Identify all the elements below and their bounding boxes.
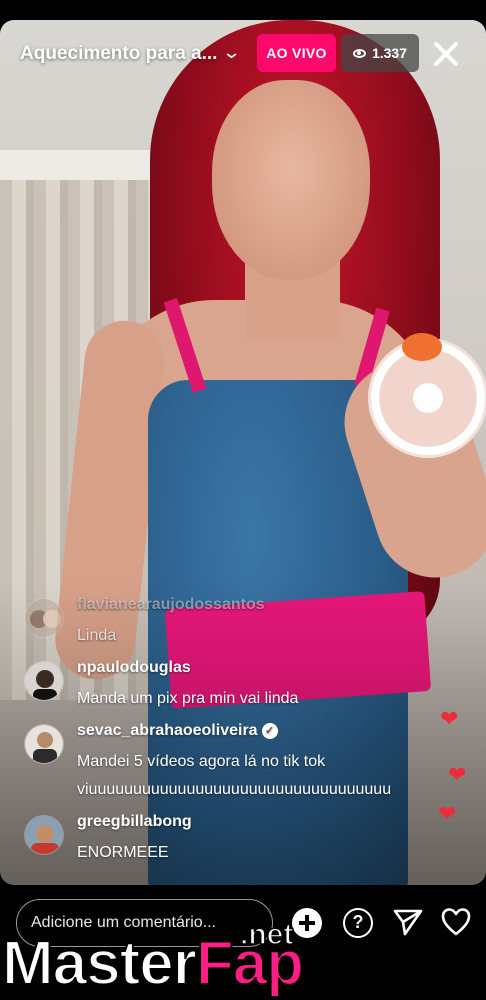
question-icon[interactable]: ? (343, 908, 373, 938)
reaction-heart-icon: ❤ (438, 801, 457, 826)
comment-username[interactable]: sevac_abrahaoeoliveira ✓ (77, 722, 278, 740)
verified-icon: ✓ (261, 723, 278, 739)
reaction-heart-icon: ❤ (440, 706, 459, 731)
comment-text: Mandei 5 vídeos agora lá no tik tok viuu… (77, 753, 392, 798)
comment-username[interactable]: greegbillabong (77, 813, 192, 831)
send-icon[interactable] (392, 906, 424, 938)
comment-text: Manda um pix pra min vai linda (77, 690, 299, 707)
handheld-fan-cap (402, 333, 442, 361)
comment-username[interactable]: npaulodouglas (77, 659, 191, 677)
avatar[interactable] (24, 598, 64, 638)
heart-icon[interactable] (440, 906, 472, 938)
reaction-heart-icon: ❤ (448, 762, 467, 787)
live-screen: Aquecimento para a... ⌄ AO VIVO 1.337 fl… (0, 0, 486, 1000)
streamer-face (212, 80, 370, 280)
live-title[interactable]: Aquecimento para a... (20, 43, 217, 65)
avatar[interactable] (24, 815, 64, 855)
chevron-down-icon[interactable]: ⌄ (222, 42, 242, 63)
viewer-count-badge[interactable]: 1.337 (341, 34, 419, 72)
comment-text: ENORMEEE (77, 844, 169, 861)
avatar[interactable] (24, 724, 64, 764)
comment-username-text: sevac_abrahaoeoliveira (77, 722, 258, 739)
close-icon[interactable] (428, 36, 464, 72)
viewer-count: 1.337 (371, 45, 408, 61)
live-badge: AO VIVO (257, 34, 336, 72)
comment-text: Linda (77, 627, 117, 644)
eye-icon (352, 48, 366, 58)
comment-username[interactable]: flavianearaujodossantos (77, 596, 265, 614)
watermark-suffix: .net (239, 917, 294, 952)
avatar[interactable] (24, 661, 64, 701)
